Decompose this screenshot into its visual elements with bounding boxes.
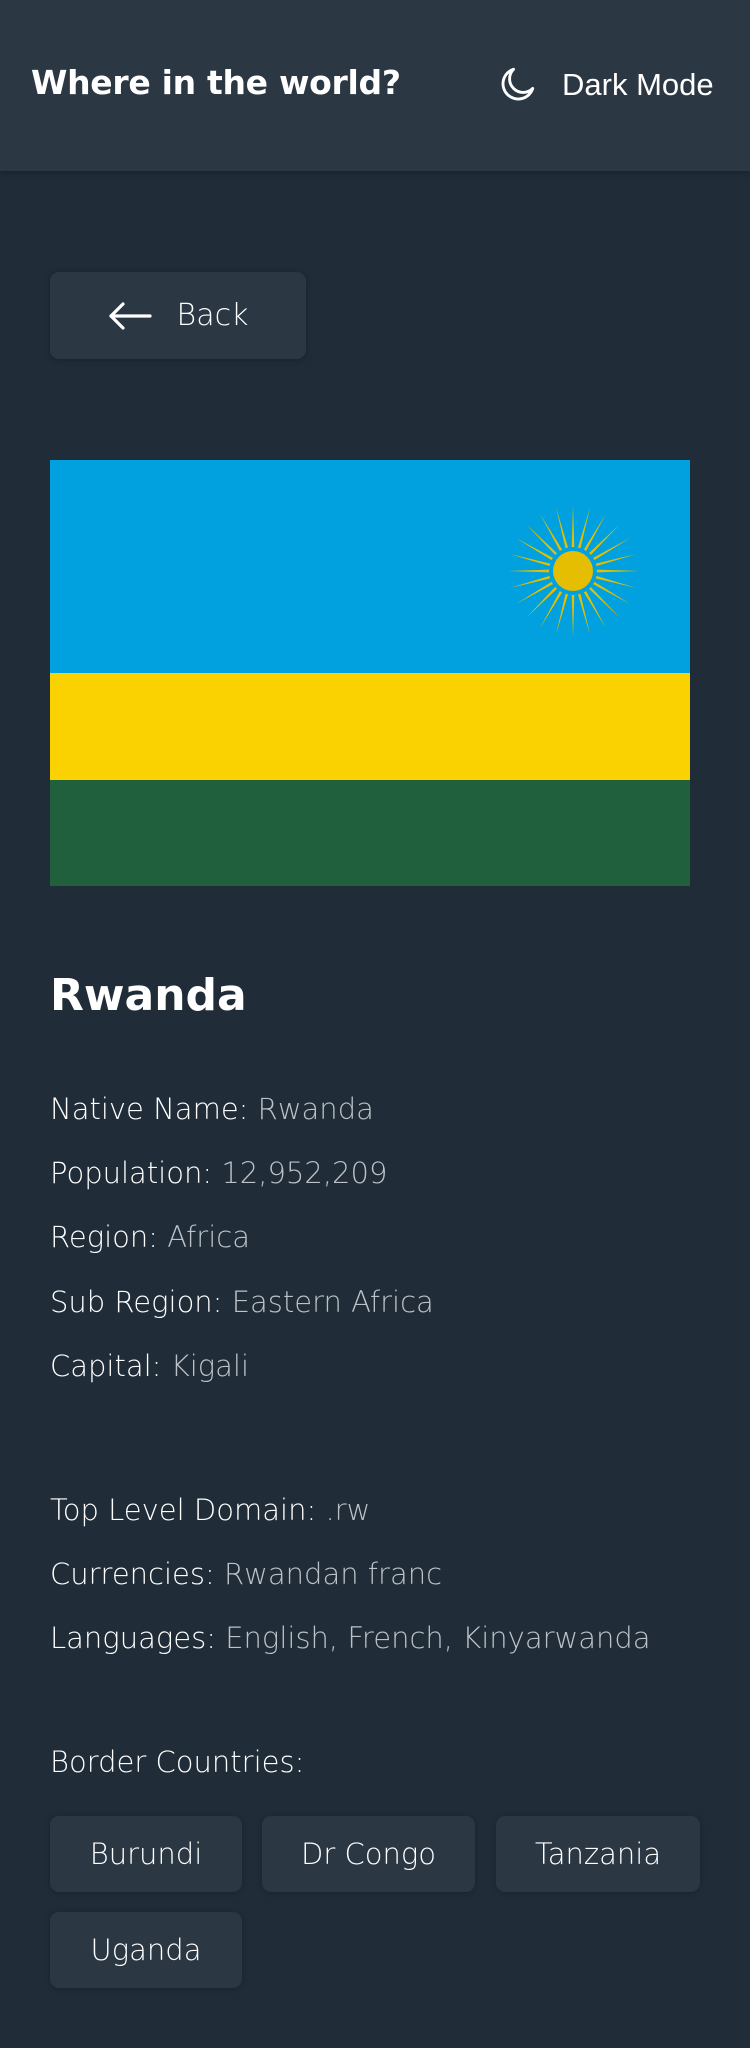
sub-region-row: Sub Region: Eastern Africa xyxy=(50,1285,434,1319)
app-title: Where in the world? xyxy=(31,63,401,102)
native-name-row: Native Name: Rwanda xyxy=(50,1092,374,1126)
sub-region-value: Eastern Africa xyxy=(231,1285,434,1319)
region-row: Region: Africa xyxy=(50,1220,250,1254)
border-country-chip[interactable]: Dr Congo xyxy=(262,1816,475,1892)
native-name-value: Rwanda xyxy=(257,1092,374,1126)
country-name: Rwanda xyxy=(50,970,247,1021)
arrow-left-icon xyxy=(108,301,152,330)
border-country-chip[interactable]: Uganda xyxy=(50,1912,242,1988)
dark-mode-label: Dark Mode xyxy=(562,66,714,102)
country-flag xyxy=(50,460,690,886)
border-country-chip[interactable]: Tanzania xyxy=(496,1816,700,1892)
population-label: Population: xyxy=(50,1156,213,1190)
capital-value: Kigali xyxy=(170,1349,250,1383)
sub-region-label: Sub Region: xyxy=(50,1285,223,1319)
back-label: Back xyxy=(176,298,249,333)
border-countries-label: Border Countries: xyxy=(50,1745,305,1779)
currencies-row: Currencies: Rwandan franc xyxy=(50,1557,442,1591)
region-value: Africa xyxy=(167,1220,250,1254)
tld-label: Top Level Domain: xyxy=(50,1493,317,1527)
tld-value: .rw xyxy=(325,1493,371,1527)
dark-mode-toggle[interactable]: Dark Mode xyxy=(496,63,714,106)
native-name-label: Native Name: xyxy=(50,1092,249,1126)
population-row: Population: 12,952,209 xyxy=(50,1156,387,1190)
moon-icon xyxy=(501,67,535,101)
region-label: Region: xyxy=(50,1220,159,1254)
border-country-chip[interactable]: Burundi xyxy=(50,1816,242,1892)
currencies-value: Rwandan franc xyxy=(224,1557,443,1591)
languages-label: Languages: xyxy=(50,1621,216,1655)
tld-row: Top Level Domain: .rw xyxy=(50,1493,370,1527)
back-button[interactable]: Back xyxy=(50,272,306,359)
languages-value: English, French, Kinyarwanda xyxy=(225,1621,651,1655)
rwanda-flag-icon xyxy=(50,460,690,886)
currencies-label: Currencies: xyxy=(50,1557,215,1591)
app-header: Where in the world? Dark Mode xyxy=(0,0,750,171)
population-value: 12,952,209 xyxy=(221,1156,388,1190)
capital-row: Capital: Kigali xyxy=(50,1349,249,1383)
languages-row: Languages: English, French, Kinyarwanda xyxy=(50,1621,651,1655)
capital-label: Capital: xyxy=(50,1349,162,1383)
